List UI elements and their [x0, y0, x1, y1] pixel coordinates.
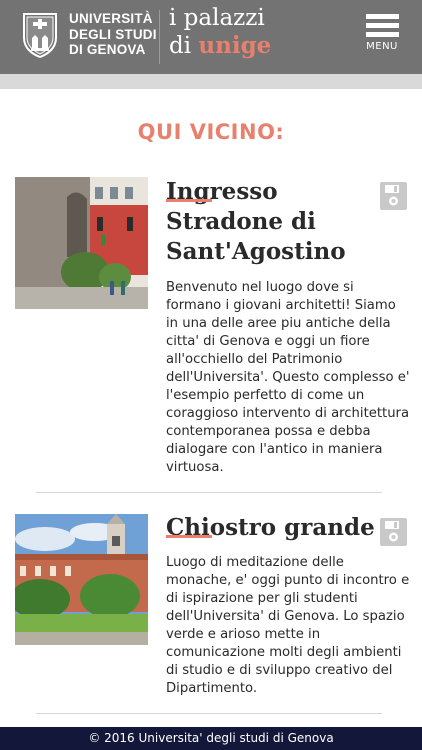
save-icon[interactable]: [380, 518, 407, 546]
place-title[interactable]: Ingresso Stradone di Sant'Agostino: [166, 177, 381, 267]
university-name-line-1: UNIVERSITÀ: [69, 11, 153, 26]
menu-button[interactable]: MENU: [362, 14, 402, 60]
university-name: UNIVERSITÀ DEGLI STUDI DI GENOVA: [69, 11, 157, 58]
university-name-line-3: DI GENOVA: [69, 42, 146, 57]
place-title-first-word: Ingresso: [166, 178, 278, 205]
card-divider: [36, 713, 382, 714]
header-separator: [159, 10, 160, 64]
menu-label: MENU: [366, 41, 398, 52]
place-photo[interactable]: [15, 514, 148, 645]
save-icon[interactable]: [380, 182, 407, 210]
place-description: Luogo di meditazione delle monache, e' o…: [166, 555, 410, 696]
place-title[interactable]: Chiostro grande: [166, 513, 381, 543]
app-logo-di: di: [169, 33, 192, 59]
hamburger-icon-bar: [365, 23, 399, 28]
university-crest-icon: [22, 12, 58, 59]
app-logo-unige: unige: [198, 32, 272, 59]
app-logo-line-2: di unige: [169, 32, 271, 60]
app-logo[interactable]: i palazzi di unige: [169, 5, 271, 60]
hamburger-icon: [365, 14, 399, 19]
place-photo[interactable]: [15, 177, 148, 309]
card-divider: [36, 492, 382, 493]
copyright-footer: © 2016 Universita' degli studi di Genova: [0, 727, 422, 750]
section-title: QUI VICINO:: [137, 120, 285, 144]
app-logo-line-1: i palazzi: [169, 5, 265, 31]
place-title-rest: Stradone di Sant'Agostino: [166, 208, 346, 265]
header-subbar: [0, 74, 422, 89]
hamburger-icon-bar: [365, 32, 399, 37]
place-title-rest: grande: [284, 514, 375, 541]
app-header: UNIVERSITÀ DEGLI STUDI DI GENOVA i palaz…: [0, 0, 422, 74]
place-title-first-word: Chiostro: [166, 514, 277, 541]
university-name-line-2: DEGLI STUDI: [69, 26, 157, 42]
place-description: Benvenuto nel luogo dove si formano i gi…: [166, 280, 410, 475]
